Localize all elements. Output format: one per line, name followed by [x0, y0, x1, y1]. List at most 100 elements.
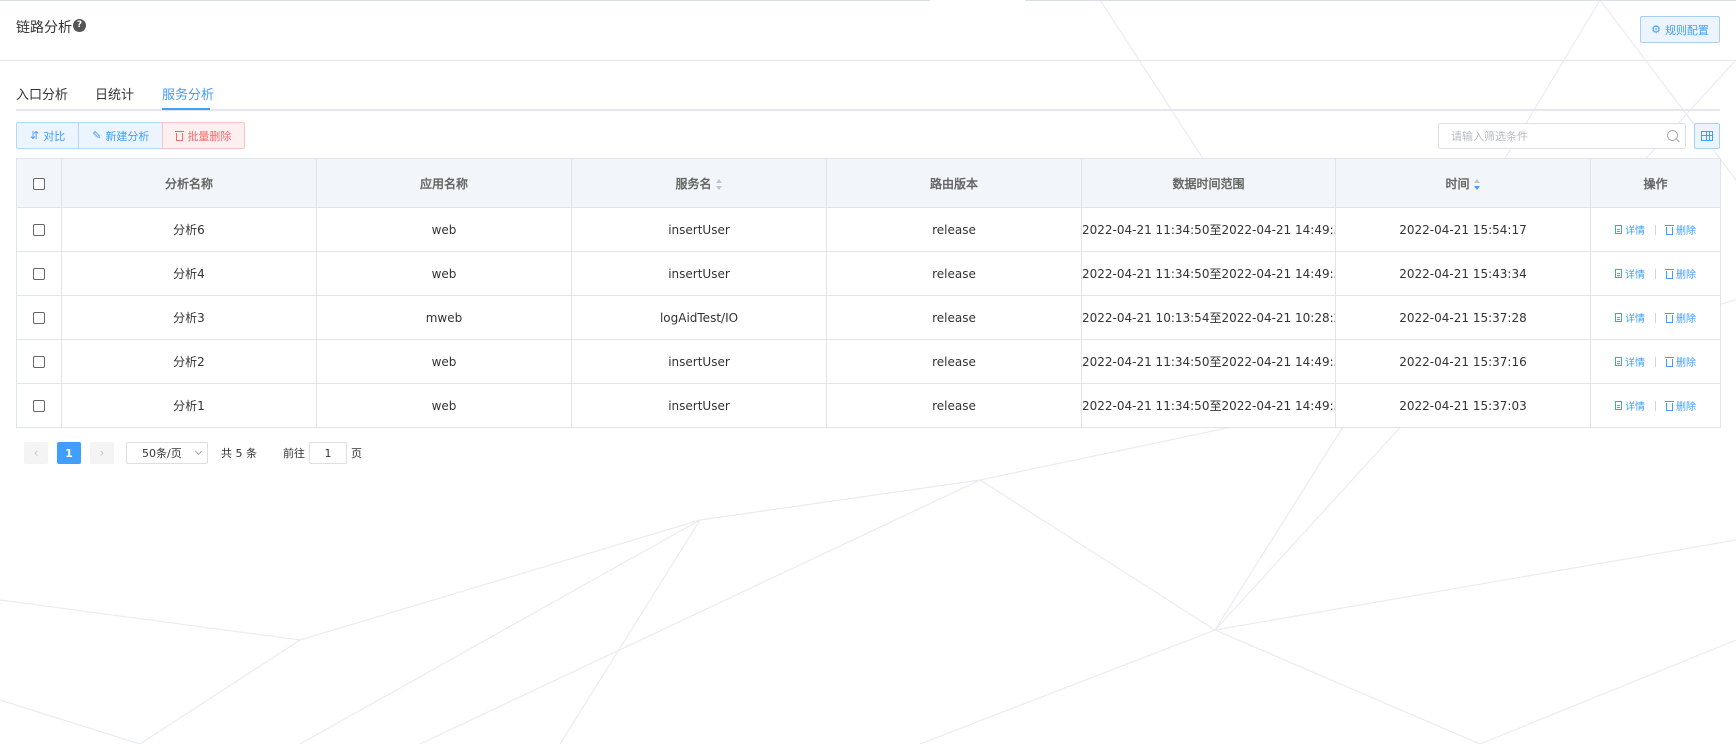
detail-label: 详情 — [1625, 270, 1645, 281]
cell-range: 2022-04-21 11:34:50至2022-04-21 14:49:32 — [1081, 207, 1336, 252]
new-analysis-label: 新建分析 — [105, 129, 150, 143]
delete-link[interactable]: 删除 — [1665, 398, 1696, 413]
action-divider — [1655, 356, 1656, 367]
search-box — [1438, 123, 1686, 149]
goto-page-input[interactable] — [309, 442, 347, 464]
row-checkbox[interactable] — [33, 224, 45, 236]
action-divider — [1655, 312, 1656, 323]
document-icon — [1615, 269, 1622, 278]
page-header: 链路分析 ? ⚙ 规则配置 — [0, 0, 1736, 61]
table-row: 分析2 web insertUser release 2022-04-21 11… — [16, 339, 1721, 384]
table-row: 分析3 mweb logAidTest/IO release 2022-04-2… — [16, 295, 1721, 340]
row-checkbox[interactable] — [33, 400, 45, 412]
row-select-cell — [16, 383, 62, 428]
sort-icon[interactable] — [715, 178, 723, 190]
delete-link[interactable]: 删除 — [1665, 222, 1696, 237]
cell-version: release — [826, 295, 1082, 340]
batch-delete-label: 批量删除 — [187, 129, 232, 143]
new-analysis-button[interactable]: ✎ 新建分析 — [78, 122, 164, 149]
delete-label: 删除 — [1676, 402, 1696, 413]
question-circle-icon[interactable]: ? — [73, 19, 86, 32]
cell-range: 2022-04-21 11:34:50至2022-04-21 14:49:32 — [1081, 251, 1336, 296]
column-header-service[interactable]: 服务名 — [571, 158, 827, 208]
goto-suffix: 页 — [351, 447, 362, 460]
column-header-app: 应用名称 — [316, 158, 572, 208]
row-checkbox[interactable] — [33, 356, 45, 368]
detail-link[interactable]: 详情 — [1615, 398, 1645, 413]
trash-icon — [1665, 356, 1674, 367]
pagination: ‹ 1 › 50条/页 共 5 条 前往 页 — [24, 442, 362, 464]
cell-time: 2022-04-21 15:54:17 — [1335, 207, 1591, 252]
cell-name: 分析3 — [61, 295, 317, 340]
page-title: 链路分析 — [16, 20, 72, 36]
cell-service: logAidTest/IO — [571, 295, 827, 340]
page-size-value: 50条/页 — [142, 447, 182, 460]
page-size-select[interactable]: 50条/页 — [126, 442, 208, 464]
column-settings-button[interactable] — [1694, 123, 1720, 149]
cell-actions: 详情 删除 — [1590, 251, 1721, 296]
cell-version: release — [826, 251, 1082, 296]
toolbar-button-group: ⇵ 对比 ✎ 新建分析 批量删除 — [16, 122, 246, 149]
compare-button[interactable]: ⇵ 对比 — [16, 122, 80, 149]
column-header-service-label: 服务名 — [675, 176, 712, 191]
cell-range: 2022-04-21 11:34:50至2022-04-21 14:49:32 — [1081, 383, 1336, 428]
detail-link[interactable]: 详情 — [1615, 354, 1645, 369]
row-checkbox[interactable] — [33, 268, 45, 280]
active-tab-indicator — [162, 108, 210, 110]
tab-daily-stats[interactable]: 日统计 — [95, 84, 134, 103]
delete-link[interactable]: 删除 — [1665, 354, 1696, 369]
trash-icon — [1665, 312, 1674, 323]
page: 链路分析 ? ⚙ 规则配置 入口分析 日统计 服务分析 ⇵ 对比 ✎ 新建分析 … — [0, 0, 1736, 744]
delete-link[interactable]: 删除 — [1665, 310, 1696, 325]
cell-app: mweb — [316, 295, 572, 340]
batch-delete-button[interactable]: 批量删除 — [162, 122, 246, 149]
trash-icon — [1665, 268, 1674, 279]
row-select-cell — [16, 295, 62, 340]
page-number-current[interactable]: 1 — [57, 442, 81, 464]
compare-icon: ⇵ — [30, 129, 40, 142]
row-checkbox[interactable] — [33, 312, 45, 324]
cell-service: insertUser — [571, 207, 827, 252]
cell-service: insertUser — [571, 339, 827, 384]
delete-label: 删除 — [1676, 270, 1696, 281]
column-header-time[interactable]: 时间 — [1335, 158, 1591, 208]
cell-version: release — [826, 383, 1082, 428]
goto-prefix: 前往 — [283, 447, 305, 460]
cell-service: insertUser — [571, 251, 827, 296]
tab-entry-analysis[interactable]: 入口分析 — [16, 84, 68, 103]
search-icon[interactable] — [1667, 130, 1678, 141]
search-input[interactable] — [1439, 124, 1659, 148]
column-header-actions: 操作 — [1590, 158, 1721, 208]
compare-label: 对比 — [43, 129, 66, 143]
action-divider — [1655, 268, 1656, 279]
detail-label: 详情 — [1625, 402, 1645, 413]
cell-name: 分析6 — [61, 207, 317, 252]
cell-name: 分析1 — [61, 383, 317, 428]
tab-service-analysis[interactable]: 服务分析 — [162, 84, 214, 103]
select-all-checkbox[interactable] — [33, 177, 45, 190]
detail-link[interactable]: 详情 — [1615, 222, 1645, 237]
cell-range: 2022-04-21 10:13:54至2022-04-21 10:28:24 — [1081, 295, 1336, 340]
top-divider — [1025, 0, 1736, 1]
cell-actions: 详情 删除 — [1590, 339, 1721, 384]
cell-app: web — [316, 383, 572, 428]
tab-bar: 入口分析 日统计 服务分析 — [16, 81, 1720, 111]
column-header-version: 路由版本 — [826, 158, 1082, 208]
table-row: 分析1 web insertUser release 2022-04-21 11… — [16, 383, 1721, 428]
delete-link[interactable]: 删除 — [1665, 266, 1696, 281]
sort-desc-icon[interactable] — [1473, 178, 1481, 190]
action-divider — [1655, 400, 1656, 411]
trash-icon — [1665, 224, 1674, 235]
trash-icon — [1665, 400, 1674, 411]
gear-icon: ⚙ — [1651, 23, 1661, 36]
next-page-button[interactable]: › — [90, 442, 114, 464]
trash-icon — [175, 130, 185, 141]
document-icon — [1615, 401, 1622, 410]
detail-link[interactable]: 详情 — [1615, 266, 1645, 281]
prev-page-button[interactable]: ‹ — [24, 442, 48, 464]
rule-config-button[interactable]: ⚙ 规则配置 — [1640, 16, 1720, 43]
chevron-down-icon — [194, 447, 203, 456]
cell-version: release — [826, 339, 1082, 384]
detail-link[interactable]: 详情 — [1615, 310, 1645, 325]
column-header-name: 分析名称 — [61, 158, 317, 208]
